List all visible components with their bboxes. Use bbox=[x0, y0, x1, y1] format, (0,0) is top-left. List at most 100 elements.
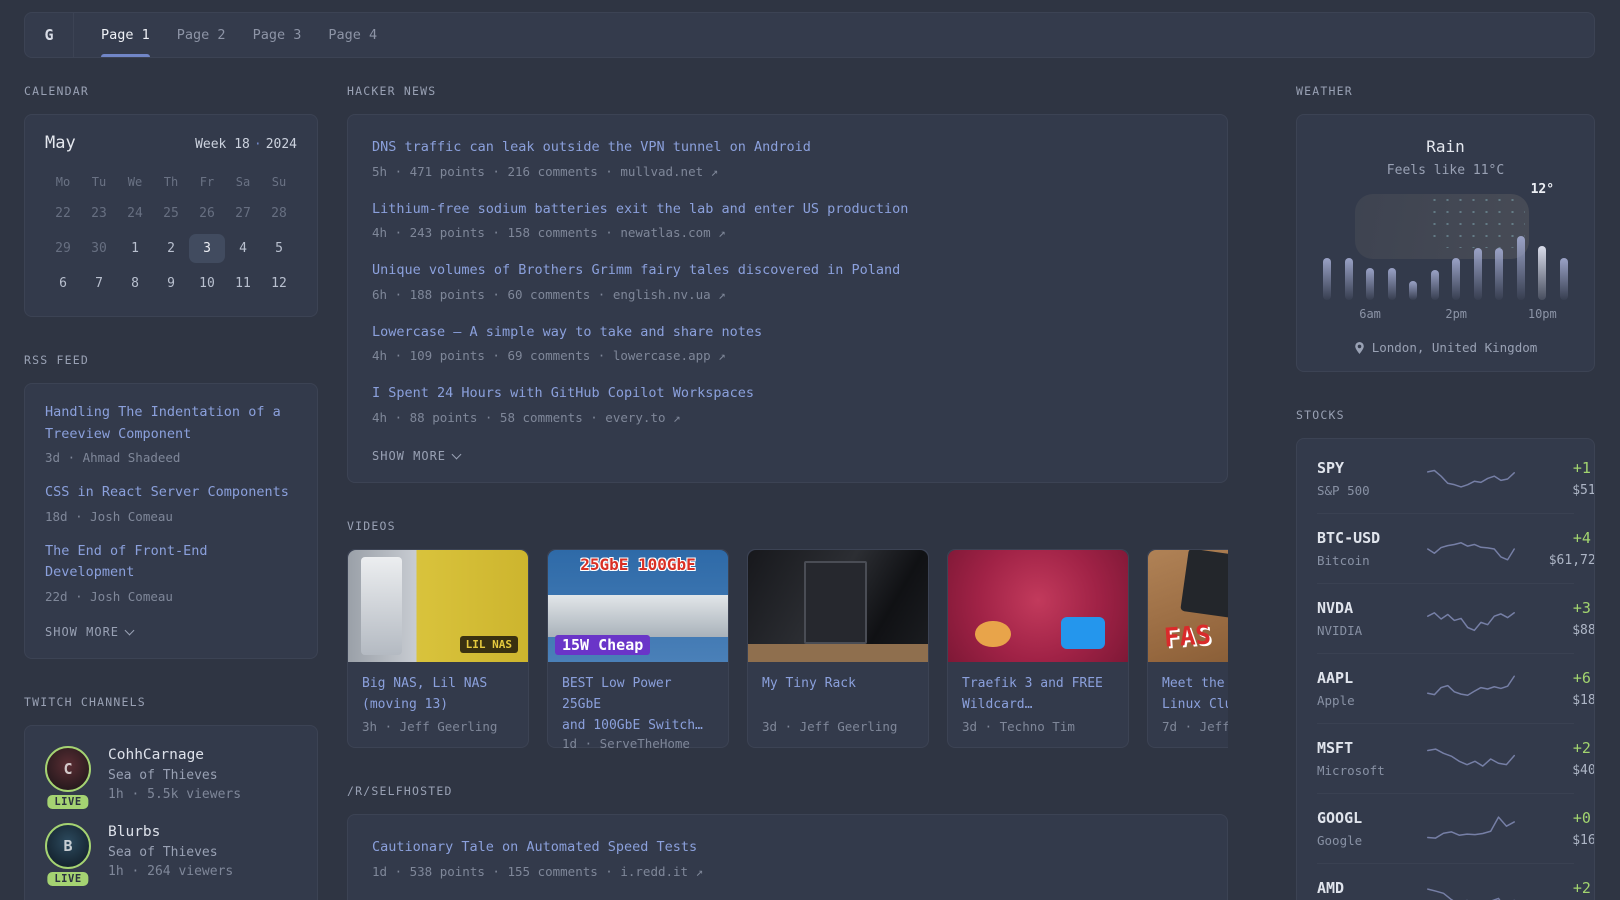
rss-show-more-button[interactable]: SHOW MORE bbox=[45, 625, 135, 639]
calendar-day: 3 bbox=[189, 234, 225, 263]
video-card[interactable]: My Tiny Rack 3d · Jeff Geerling bbox=[747, 548, 929, 748]
hackernews-item-title[interactable]: Lithium-free sodium batteries exit the l… bbox=[372, 199, 1203, 221]
stock-row[interactable]: AMD AMD +2.94% $150.45 bbox=[1317, 863, 1594, 900]
hackernews-item: I Spent 24 Hours with GitHub Copilot Wor… bbox=[372, 383, 1203, 425]
chevron-down-icon bbox=[451, 449, 462, 460]
weather-temp-label: 12° bbox=[1530, 182, 1555, 197]
channel-name[interactable]: Blurbs bbox=[108, 824, 233, 840]
nav-tab[interactable]: Page 1 bbox=[101, 13, 150, 57]
stock-row[interactable]: SPY S&P 500 +1.29% $511.57 bbox=[1317, 444, 1594, 513]
dashboard-page: G Page 1 Page 2 Page 3 Page 4 CALENDAR M… bbox=[0, 0, 1620, 900]
calendar-week-year: Week 18 · 2024 bbox=[195, 137, 297, 152]
hackernews-show-more-button[interactable]: SHOW MORE bbox=[372, 449, 462, 463]
stock-row[interactable]: NVDA NVIDIA +3.52% $888.40 bbox=[1317, 583, 1594, 653]
video-card[interactable]: LIL NAS Big NAS, Lil NAS (moving 13) 3h … bbox=[347, 548, 529, 748]
video-text: Traefik 3 and FREE Wildcard… 3d · Techno… bbox=[948, 662, 1128, 747]
calendar-widget: May Week 18 · 2024 Mo Tu We Th Fr Sa Su … bbox=[24, 114, 318, 317]
video-thumbnail[interactable]: LIL NAS bbox=[348, 549, 528, 662]
stock-name: Microsoft bbox=[1317, 763, 1385, 778]
video-card[interactable]: Traefik 3 and FREE Wildcard… 3d · Techno… bbox=[947, 548, 1129, 748]
video-title[interactable]: My Tiny Rack bbox=[762, 674, 914, 695]
nav-tab[interactable]: Page 2 bbox=[177, 13, 226, 57]
stock-row[interactable]: BTC-USD Bitcoin +4.40% $61,725.48 bbox=[1317, 513, 1594, 583]
video-text: My Tiny Rack 3d · Jeff Geerling bbox=[748, 662, 928, 747]
stock-name: Google bbox=[1317, 833, 1363, 848]
nav-tabs: Page 1 Page 2 Page 3 Page 4 bbox=[101, 13, 377, 57]
rss-section-label: RSS FEED bbox=[24, 353, 89, 367]
app-logo[interactable]: G bbox=[25, 13, 74, 57]
stock-price: $166.78 bbox=[1572, 833, 1595, 848]
video-title[interactable]: Traefik 3 and FREE Wildcard… bbox=[962, 674, 1114, 716]
channel-avatar: B bbox=[45, 822, 91, 869]
channel-name[interactable]: CohhCarnage bbox=[108, 747, 241, 763]
calendar-day: 8 bbox=[131, 276, 139, 291]
location-pin-icon bbox=[1354, 341, 1364, 354]
stock-change-percent: +3.52% bbox=[1572, 599, 1594, 617]
stock-change-percent: +2.94% bbox=[1572, 879, 1594, 897]
twitch-section: TWITCH CHANNELS C LIVE CohhCarnage Sea o… bbox=[24, 695, 318, 900]
hackernews-item-title[interactable]: Lowercase – A simple way to take and sha… bbox=[372, 322, 1203, 344]
hackernews-item-title[interactable]: Unique volumes of Brothers Grimm fairy t… bbox=[372, 260, 1203, 282]
weather-section: WEATHER Rain Feels like 11°C 6am 2pm 12°… bbox=[1296, 84, 1595, 372]
weather-hour-bar: 2pm bbox=[1445, 204, 1467, 321]
stocks-section: STOCKS SPY S&P 500 +1.29% bbox=[1296, 408, 1595, 900]
video-thumbnail[interactable] bbox=[748, 549, 928, 662]
weather-hour-bar bbox=[1473, 204, 1482, 300]
videos-row: LIL NAS Big NAS, Lil NAS (moving 13) 3h … bbox=[347, 548, 1228, 748]
rss-item-meta: 18d · Josh Comeau bbox=[45, 508, 173, 524]
video-thumbnail[interactable]: FAS bbox=[1148, 549, 1228, 662]
video-title[interactable]: Big NAS, Lil NAS (moving 13) bbox=[362, 674, 514, 716]
rss-item-title[interactable]: The End of Front-End Development bbox=[45, 541, 297, 584]
stock-change-percent: +4.40% bbox=[1572, 529, 1594, 547]
stocks-section-label: STOCKS bbox=[1296, 408, 1345, 422]
nav-tab[interactable]: Page 4 bbox=[328, 13, 377, 57]
calendar-day: 4 bbox=[239, 241, 247, 256]
stock-name: NVIDIA bbox=[1317, 623, 1363, 638]
video-thumbnail[interactable]: 25GbE 100GbE 15W Cheap bbox=[548, 549, 728, 662]
calendar-day: 27 bbox=[235, 206, 251, 221]
video-card[interactable]: FAS Meet the Linux Clu 7d · Jeff Geerlin… bbox=[1147, 548, 1228, 748]
calendar-weekday: Su bbox=[271, 175, 287, 189]
weather-hour-bar bbox=[1516, 204, 1525, 300]
hackernews-item-title[interactable]: DNS traffic can leak outside the VPN tun… bbox=[372, 137, 1203, 159]
selfhosted-section-label: /R/SELFHOSTED bbox=[347, 783, 453, 798]
hackernews-item: Unique volumes of Brothers Grimm fairy t… bbox=[372, 260, 1203, 302]
separator-dot: · bbox=[253, 137, 262, 152]
nav-tab[interactable]: Page 3 bbox=[253, 13, 302, 57]
stock-row[interactable]: MSFT Microsoft +2.16% $406.43 bbox=[1317, 723, 1594, 793]
video-title[interactable]: BEST Low Power 25GbE and 100GbE Switch… bbox=[562, 674, 714, 736]
right-column: WEATHER Rain Feels like 11°C 6am 2pm 12°… bbox=[1296, 84, 1595, 900]
calendar-day: 23 bbox=[91, 206, 107, 221]
stock-row[interactable]: AAPL Apple +6.87% $184.91 bbox=[1317, 653, 1594, 723]
weather-hour-bar bbox=[1430, 204, 1439, 300]
top-nav: G Page 1 Page 2 Page 3 Page 4 bbox=[24, 12, 1595, 58]
channel-avatar-wrap: B LIVE bbox=[45, 822, 91, 886]
stock-row[interactable]: GOOGL Google +0.10% $166.78 bbox=[1317, 793, 1594, 863]
video-card[interactable]: 25GbE 100GbE 15W Cheap BEST Low Power 25… bbox=[547, 548, 729, 748]
stock-id: SPY S&P 500 bbox=[1317, 459, 1425, 498]
weather-feels-like: Feels like 11°C bbox=[1386, 163, 1505, 178]
stock-values: +0.10% $166.78 bbox=[1517, 809, 1595, 848]
weather-axis-label: 10pm bbox=[1527, 307, 1557, 321]
hackernews-item: Lowercase – A simple way to take and sha… bbox=[372, 322, 1203, 364]
rss-section: RSS FEED Handling The Indentation of a T… bbox=[24, 353, 318, 659]
twitch-channel-row[interactable]: B LIVE Blurbs Sea of Thieves 1h · 264 vi… bbox=[45, 822, 297, 886]
video-thumbnail[interactable] bbox=[948, 549, 1128, 662]
hackernews-widget: DNS traffic can leak outside the VPN tun… bbox=[347, 114, 1228, 483]
stock-id: BTC-USD Bitcoin bbox=[1317, 529, 1425, 568]
weather-hourly-chart: 6am 2pm 12° 10pm bbox=[1323, 182, 1568, 321]
rss-item-title[interactable]: Handling The Indentation of a Treeview C… bbox=[45, 402, 297, 445]
selfhosted-section: /R/SELFHOSTED Cautionary Tale on Automat… bbox=[347, 784, 1228, 900]
hackernews-item-title[interactable]: I Spent 24 Hours with GitHub Copilot Wor… bbox=[372, 383, 1203, 405]
hackernews-item-meta: 4h · 109 points · 69 comments · lowercas… bbox=[372, 348, 726, 364]
stock-price: $888.40 bbox=[1572, 623, 1595, 638]
weather-widget: Rain Feels like 11°C 6am 2pm 12° 10pm Lo… bbox=[1296, 114, 1595, 372]
rss-item-title[interactable]: CSS in React Server Components bbox=[45, 482, 297, 504]
stock-symbol: AAPL bbox=[1317, 669, 1354, 687]
rss-widget: Handling The Indentation of a Treeview C… bbox=[24, 383, 318, 659]
selfhosted-item-title[interactable]: Cautionary Tale on Automated Speed Tests bbox=[372, 837, 1203, 859]
stock-values: +3.52% $888.40 bbox=[1517, 599, 1595, 638]
video-title[interactable]: Meet the Linux Clu bbox=[1162, 674, 1228, 716]
nav-tab-label: Page 2 bbox=[176, 27, 226, 43]
twitch-channel-row[interactable]: C LIVE CohhCarnage Sea of Thieves 1h · 5… bbox=[45, 745, 297, 809]
